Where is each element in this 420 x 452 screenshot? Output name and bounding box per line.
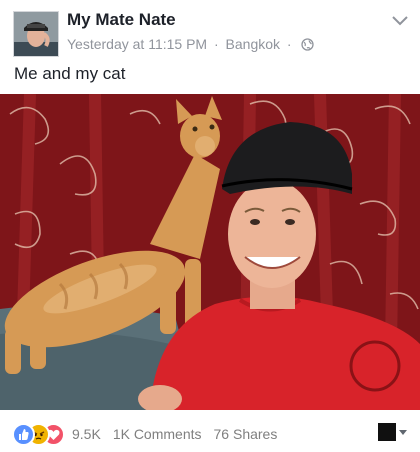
post-footer: 9.5K 1K Comments 76 Shares — [0, 410, 420, 452]
post-stats: 9.5K 1K Comments 76 Shares — [72, 426, 277, 442]
meta-separator: · — [286, 36, 292, 52]
facebook-post: My Mate Nate Yesterday at 11:15 PM · Ban… — [0, 0, 420, 452]
post-header: My Mate Nate Yesterday at 11:15 PM · Ban… — [0, 0, 420, 62]
chevron-down-icon[interactable] — [392, 14, 408, 26]
viewer-avatar[interactable] — [378, 423, 396, 441]
shares-count[interactable]: 76 Shares — [214, 426, 278, 442]
post-location[interactable]: Bangkok — [226, 36, 280, 52]
meta-separator: · — [213, 36, 219, 52]
post-meta: Yesterday at 11:15 PM · Bangkok · — [67, 36, 315, 54]
post-photo[interactable] — [0, 94, 420, 410]
caret-down-icon[interactable] — [399, 430, 407, 435]
like-icon — [12, 423, 35, 446]
author-avatar[interactable] — [13, 11, 59, 57]
post-timestamp[interactable]: Yesterday at 11:15 PM — [67, 36, 207, 52]
comments-count[interactable]: 1K Comments — [113, 426, 202, 442]
reaction-count[interactable]: 9.5K — [72, 426, 101, 442]
globe-icon[interactable] — [301, 38, 315, 54]
author-name[interactable]: My Mate Nate — [67, 10, 176, 30]
post-caption: Me and my cat — [14, 64, 126, 83]
